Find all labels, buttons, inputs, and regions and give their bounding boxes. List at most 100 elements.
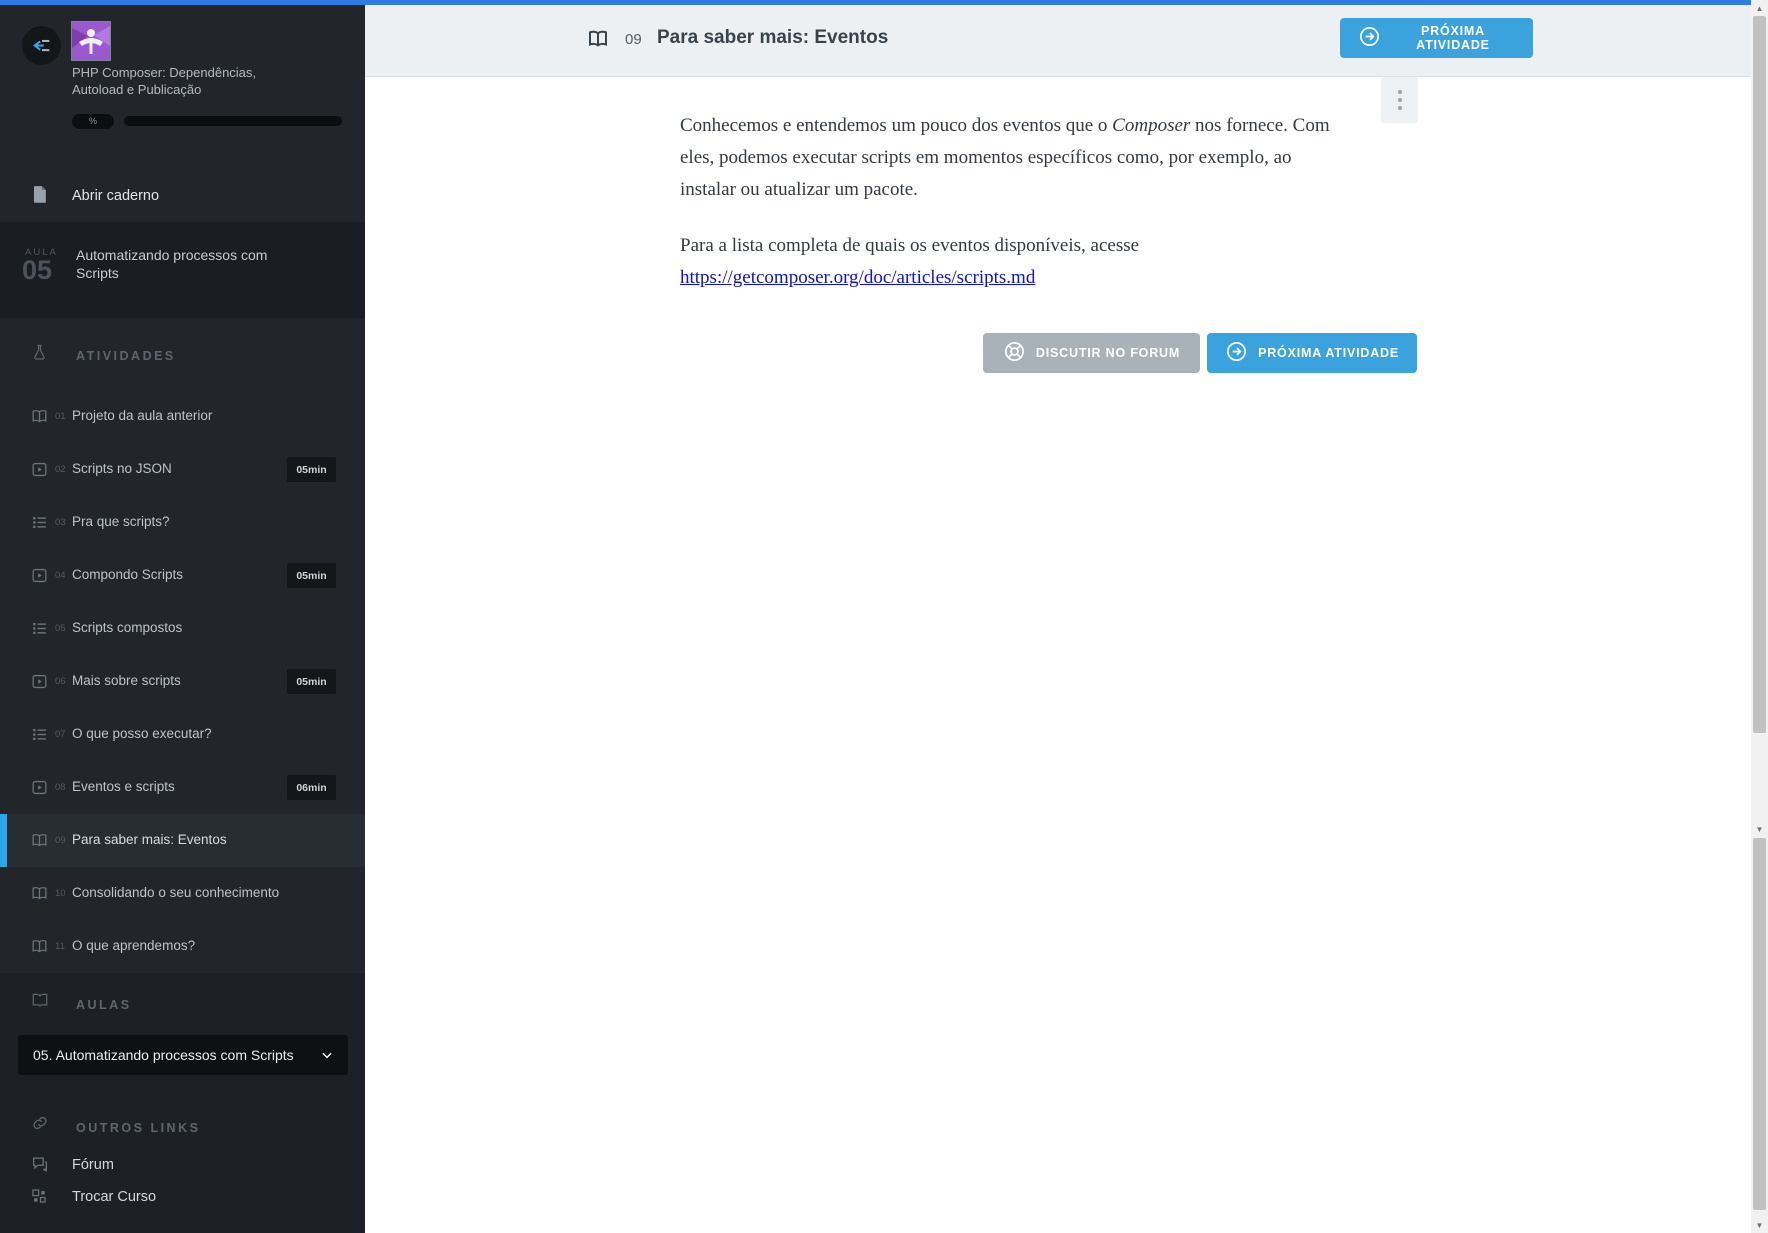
- activity-item-03[interactable]: 03 Pra que scripts?: [0, 496, 365, 549]
- activity-item-number: 09: [55, 835, 66, 846]
- book-icon: [30, 884, 49, 908]
- activity-number: 09: [625, 31, 642, 48]
- activity-item-number: 05: [55, 623, 66, 634]
- lesson-number: 05: [22, 255, 52, 286]
- next-activity-button-bottom[interactable]: PRÓXIMA ATIVIDADE: [1207, 333, 1417, 373]
- lifebuoy-icon: [1003, 340, 1026, 366]
- discuss-forum-label: DISCUTIR NO FORUM: [1036, 346, 1180, 360]
- list-icon: [30, 619, 49, 643]
- activity-item-number: 01: [55, 411, 66, 422]
- aulas-section: AULAS 05. Automatizando processos com Sc…: [0, 973, 365, 1095]
- external-link[interactable]: https://getcomposer.org/doc/articles/scr…: [680, 267, 1035, 288]
- activity-item-04[interactable]: 04Compondo Scripts05min: [0, 549, 365, 602]
- activity-item-label: O que aprendemos?: [72, 938, 195, 953]
- activity-item-number: 11: [55, 941, 65, 952]
- links-icon: [30, 1113, 50, 1138]
- next-activity-label: PRÓXIMA ATIVIDADE: [1391, 24, 1515, 52]
- video-icon: [30, 566, 49, 590]
- other-links-header-label: OUTROS LINKS: [76, 1121, 200, 1135]
- circle-arrow-right-icon: [1225, 340, 1248, 366]
- lesson-select-dropdown[interactable]: 05. Automatizando processos com Scripts: [18, 1035, 348, 1075]
- sidebar: PHP Composer: Dependências, Autoload e P…: [0, 0, 365, 1233]
- next-activity-button[interactable]: PRÓXIMA ATIVIDADE: [1340, 18, 1533, 58]
- activity-item-label: Mais sobre scripts: [72, 673, 181, 688]
- open-book-icon: [586, 27, 610, 56]
- paragraph: Para a lista completa de quais os evento…: [680, 230, 1344, 294]
- activities-header-label: ATIVIDADES: [76, 349, 176, 363]
- activity-item-number: 08: [55, 782, 66, 793]
- kebab-menu-icon: [1398, 90, 1402, 94]
- scroll-down-arrow-icon[interactable]: ▼: [1751, 1218, 1768, 1232]
- aulas-header-label: AULAS: [76, 998, 132, 1012]
- activity-actions: DISCUTIR NO FORUM PRÓXIMA ATIVIDADE: [680, 333, 1417, 373]
- collapse-sidebar-icon: [31, 35, 53, 57]
- activity-item-05[interactable]: 05 Scripts compostos: [0, 602, 365, 655]
- activity-item-07[interactable]: 07 O que posso executar?: [0, 708, 365, 761]
- document-icon: [30, 183, 49, 210]
- progress-bar: [124, 116, 342, 126]
- other-link-fórum[interactable]: Fórum: [0, 1150, 365, 1182]
- book-icon: [30, 937, 49, 961]
- activities-header: ATIVIDADES: [0, 318, 365, 390]
- video-icon: [30, 460, 49, 484]
- kebab-menu-icon: [1398, 106, 1402, 110]
- open-book-icon: [30, 991, 50, 1014]
- lesson-body-text: Conhecemos e entendemos um pouco dos eve…: [680, 110, 1344, 294]
- activity-item-label: Para saber mais: Eventos: [72, 832, 227, 847]
- video-icon: [30, 672, 49, 696]
- lesson-select-value: 05. Automatizando processos com Scripts: [33, 1047, 294, 1063]
- activity-item-11[interactable]: 11 O que aprendemos?: [0, 920, 365, 973]
- course-logo: [71, 21, 111, 61]
- activity-item-number: 07: [55, 729, 66, 740]
- scrollbar[interactable]: ▲ ▼ ▼: [1751, 0, 1768, 1233]
- activity-item-08[interactable]: 08Eventos e scripts06min: [0, 761, 365, 814]
- other-link-trocar-curso[interactable]: Trocar Curso: [0, 1182, 365, 1214]
- activity-item-number: 03: [55, 517, 66, 528]
- book-icon: [30, 831, 49, 855]
- list-icon: [30, 513, 49, 537]
- more-options-button[interactable]: [1381, 77, 1418, 123]
- course-title: PHP Composer: Dependências, Autoload e P…: [72, 64, 332, 98]
- current-lesson-block: AULA 05 Automatizando processos com Scri…: [0, 222, 365, 318]
- activity-item-01[interactable]: 01Projeto da aula anterior: [0, 390, 365, 443]
- progress-percent-pill: %: [72, 114, 114, 129]
- activity-item-label: Pra que scripts?: [72, 514, 170, 529]
- discuss-forum-button[interactable]: DISCUTIR NO FORUM: [983, 333, 1200, 373]
- scroll-up-arrow-icon[interactable]: ▲: [1751, 1, 1768, 15]
- activities-section: ATIVIDADES 01Projeto da aula anterior 02 S…: [0, 318, 365, 973]
- activity-item-label: Consolidando o seu conhecimento: [72, 885, 279, 900]
- activity-item-09[interactable]: 09 Para saber mais: Eventos: [0, 814, 365, 867]
- activity-header: 09 Para saber mais: Eventos PRÓXIMA ATIV…: [365, 5, 1751, 77]
- emphasized-term: Composer: [1112, 115, 1190, 136]
- open-notebook-button[interactable]: Abrir caderno: [0, 170, 365, 222]
- open-notebook-label: Abrir caderno: [72, 188, 159, 204]
- list-icon: [30, 725, 49, 749]
- scrollbar-thumb[interactable]: [1753, 16, 1766, 733]
- scroll-down-arrow-icon[interactable]: ▼: [1751, 822, 1768, 836]
- video-icon: [30, 778, 49, 802]
- other-link-label: Fórum: [72, 1157, 114, 1173]
- activity-item-label: Compondo Scripts: [72, 567, 183, 582]
- lesson-content: Conhecemos e entendemos um pouco dos eve…: [365, 77, 1751, 1233]
- duration-badge: 05min: [287, 669, 336, 694]
- paragraph: Conhecemos e entendemos um pouco dos eve…: [680, 110, 1344, 206]
- activity-item-label: O que posso executar?: [72, 726, 212, 741]
- next-activity-label: PRÓXIMA ATIVIDADE: [1258, 346, 1399, 360]
- activity-item-06[interactable]: 06Mais sobre scripts05min: [0, 655, 365, 708]
- activity-item-number: 10: [55, 888, 66, 899]
- aulas-header: AULAS: [0, 973, 365, 1023]
- course-progress: %: [72, 113, 342, 129]
- duration-badge: 06min: [287, 775, 336, 800]
- activity-item-number: 02: [55, 464, 66, 475]
- duration-badge: 05min: [287, 457, 336, 482]
- grid-icon: [30, 1187, 48, 1210]
- circle-arrow-right-icon: [1358, 25, 1381, 51]
- kebab-menu-icon: [1398, 98, 1402, 102]
- forum-icon: [30, 1155, 50, 1179]
- activity-item-label: Scripts compostos: [72, 620, 182, 635]
- activity-item-10[interactable]: 10 Consolidando o seu conhecimento: [0, 867, 365, 920]
- activity-item-02[interactable]: 02 Scripts no JSON 05min: [0, 443, 365, 496]
- activity-item-label: Scripts no JSON: [72, 461, 172, 476]
- collapse-sidebar-button[interactable]: [22, 26, 61, 65]
- scrollbar-thumb[interactable]: [1753, 838, 1766, 1210]
